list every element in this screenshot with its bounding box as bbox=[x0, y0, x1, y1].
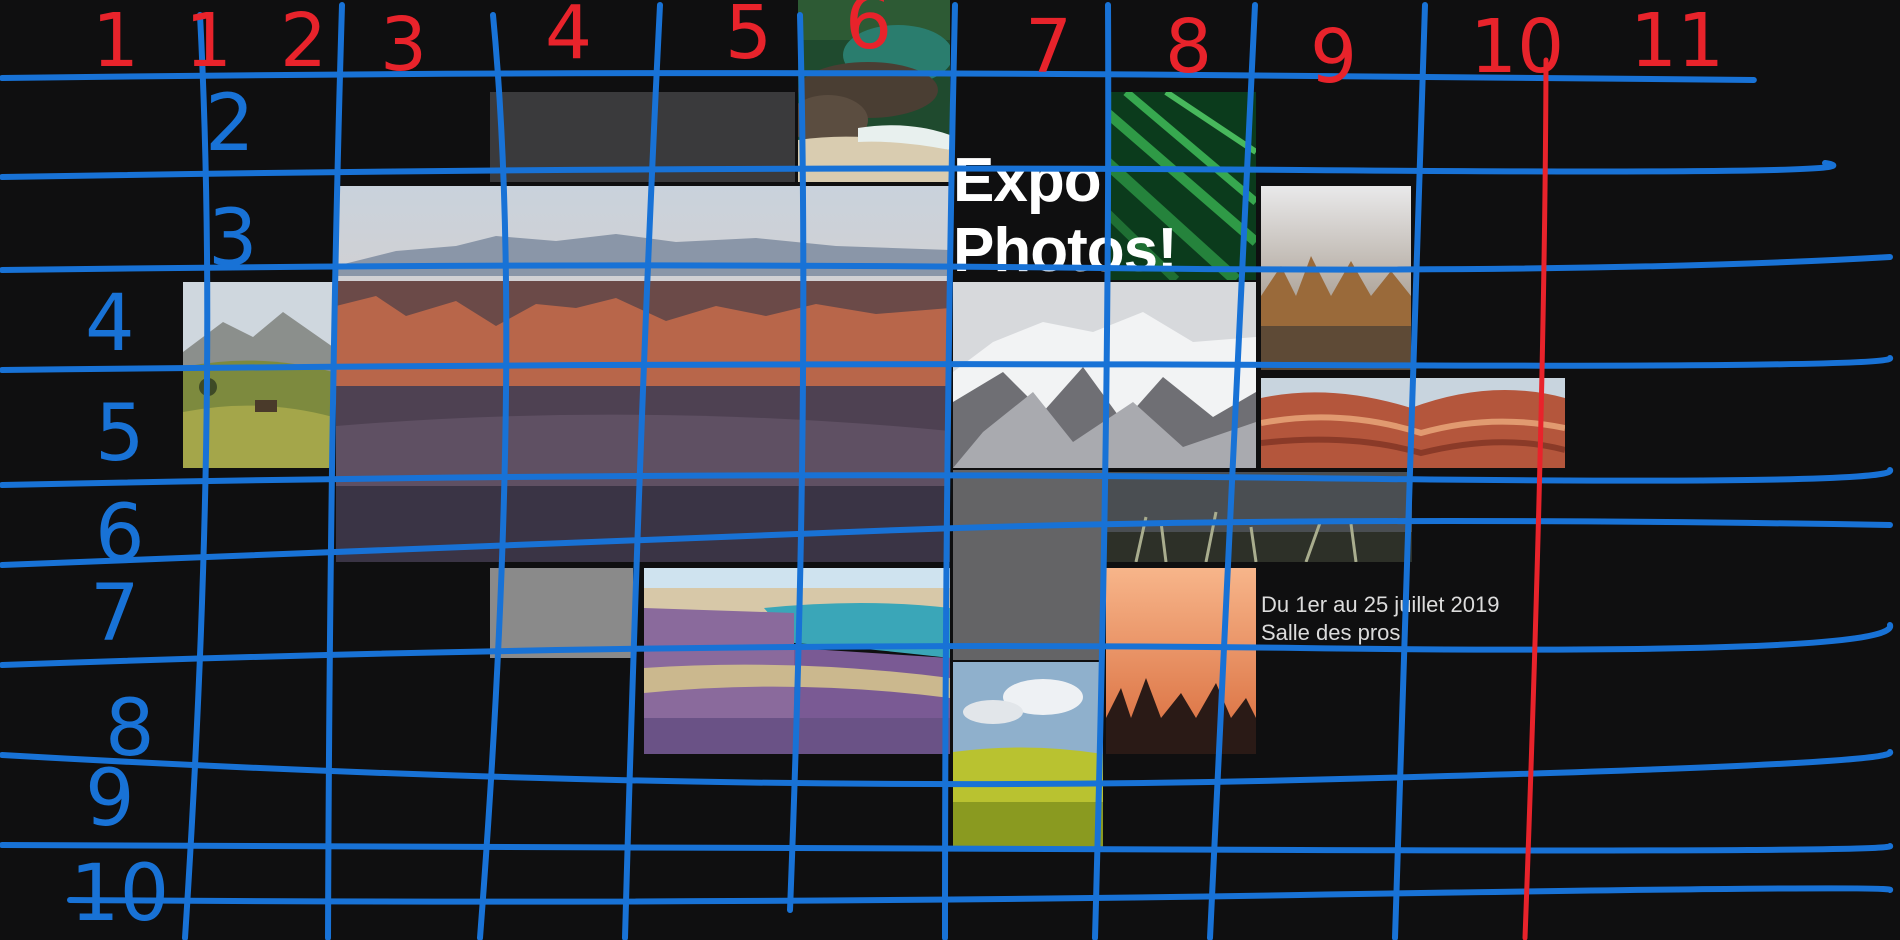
hand-drawn-grid-overlay: 1 1 2 3 4 5 6 7 8 9 10 11 2 3 4 5 6 7 8 … bbox=[0, 0, 1894, 940]
svg-text:9: 9 bbox=[85, 754, 135, 844]
placeholder-cell-top bbox=[490, 92, 795, 182]
svg-text:10: 10 bbox=[70, 849, 169, 939]
title-line-2: Photos! bbox=[953, 216, 1178, 285]
svg-text:8: 8 bbox=[1165, 4, 1212, 90]
svg-text:6: 6 bbox=[95, 489, 145, 579]
photo-dewy-grass bbox=[1106, 472, 1412, 562]
svg-text:1: 1 bbox=[92, 0, 139, 84]
exhibition-info: Du 1er au 25 juillet 2019 Salle des pros bbox=[1261, 591, 1500, 647]
exhibition-venue: Salle des pros bbox=[1261, 620, 1401, 645]
placeholder-cell-mid bbox=[953, 470, 1103, 660]
svg-text:7: 7 bbox=[1025, 4, 1072, 90]
svg-text:3: 3 bbox=[208, 194, 258, 284]
row-marks: 2 3 4 5 6 7 8 9 10 bbox=[70, 79, 258, 939]
photo-rocky-cove bbox=[798, 0, 950, 182]
photo-red-sandstone bbox=[1261, 378, 1565, 468]
red-column-line bbox=[1522, 57, 1549, 940]
photo-fiery-forest bbox=[1106, 568, 1256, 754]
svg-text:8: 8 bbox=[105, 684, 155, 774]
svg-text:5: 5 bbox=[725, 0, 772, 76]
svg-text:2: 2 bbox=[280, 0, 327, 84]
svg-text:10: 10 bbox=[1470, 4, 1564, 90]
svg-text:3: 3 bbox=[380, 2, 427, 88]
photo-yellow-field bbox=[953, 662, 1103, 848]
exhibition-title: Expo Photos! bbox=[953, 146, 1178, 286]
svg-text:11: 11 bbox=[1630, 0, 1724, 84]
svg-text:2: 2 bbox=[205, 79, 255, 169]
photo-snowy-peaks bbox=[953, 282, 1256, 468]
exhibition-dates: Du 1er au 25 juillet 2019 bbox=[1261, 592, 1500, 617]
svg-text:4: 4 bbox=[85, 279, 135, 369]
svg-text:4: 4 bbox=[545, 0, 592, 76]
svg-text:7: 7 bbox=[90, 569, 140, 659]
placeholder-cell-gray bbox=[490, 568, 633, 658]
photo-alpine-meadow bbox=[183, 282, 333, 468]
photo-grand-canyon bbox=[336, 186, 950, 562]
svg-text:1: 1 bbox=[185, 0, 232, 84]
photo-coastal-flowers bbox=[644, 568, 950, 754]
title-line-1: Expo bbox=[953, 146, 1102, 215]
svg-text:5: 5 bbox=[95, 389, 145, 479]
svg-text:9: 9 bbox=[1310, 14, 1357, 100]
photo-misty-forest bbox=[1261, 186, 1411, 370]
